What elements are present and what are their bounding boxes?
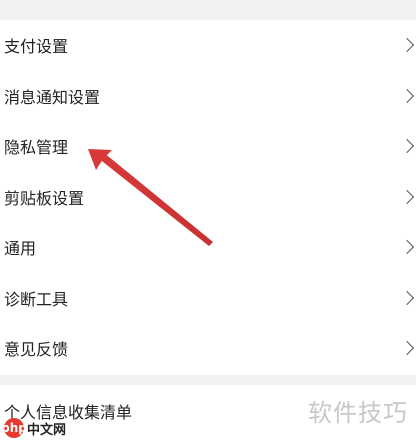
settings-item-general[interactable]: 通用 — [0, 222, 416, 272]
watermark-text: 软件技巧 — [308, 399, 408, 427]
settings-item-label: 通用 — [4, 239, 37, 258]
settings-item-label: 意见反馈 — [4, 340, 69, 359]
settings-item-diagnostics[interactable]: 诊断工具 — [0, 273, 416, 323]
chevron-right-icon — [399, 138, 415, 154]
settings-item-privacy[interactable]: 隐私管理 — [0, 121, 416, 171]
settings-list: 支付设置 消息通知设置 隐私管理 剪贴板设置 通用 诊断工具 意见反馈 — [0, 20, 416, 375]
settings-item-notifications[interactable]: 消息通知设置 — [0, 71, 416, 121]
settings-item-label: 剪贴板设置 — [4, 189, 85, 208]
chevron-right-icon — [399, 290, 415, 306]
php-logo-icon: php — [1, 418, 27, 438]
chevron-right-icon — [399, 189, 415, 205]
chevron-right-icon — [399, 340, 415, 356]
settings-item-label: 消息通知设置 — [4, 88, 101, 107]
settings-item-feedback[interactable]: 意见反馈 — [0, 323, 416, 373]
chevron-right-icon — [399, 37, 415, 53]
chevron-right-icon — [399, 239, 415, 255]
settings-item-clipboard[interactable]: 剪贴板设置 — [0, 172, 416, 222]
settings-item-label: 支付设置 — [4, 37, 69, 56]
settings-item-payment[interactable]: 支付设置 — [0, 20, 416, 70]
logo-suffix: 中文网 — [27, 422, 67, 438]
settings-item-label: 诊断工具 — [4, 290, 69, 309]
settings-item-label: 隐私管理 — [4, 138, 69, 157]
chevron-right-icon — [399, 88, 415, 104]
section-gap — [0, 375, 416, 385]
top-spacer — [0, 0, 416, 20]
watermark-logo: php 中文网 — [1, 418, 67, 438]
